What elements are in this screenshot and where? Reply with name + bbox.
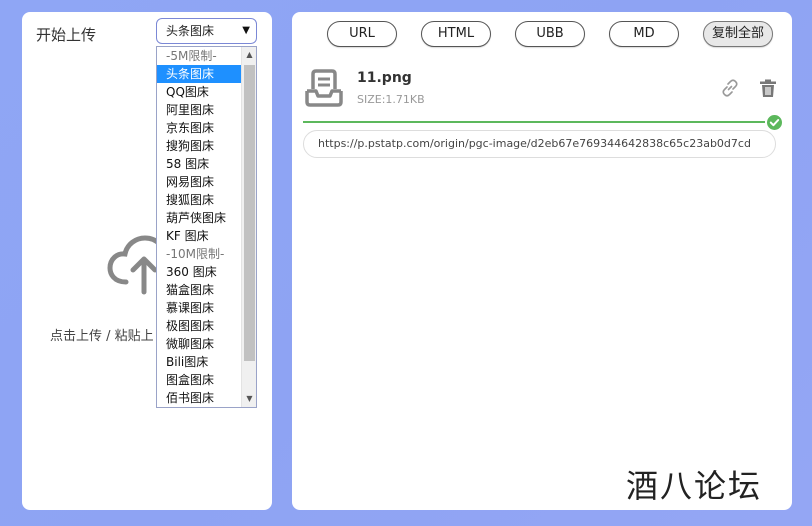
upload-progress-fill bbox=[303, 121, 765, 123]
link-icon[interactable] bbox=[720, 78, 740, 98]
watermark-text: 酒八论坛 bbox=[626, 467, 763, 505]
image-host-dropdown[interactable]: -5M限制- 头条图床 QQ图床 阿里图床 京东图床 搜狗图床 58 图床 网易图床 搜狐图床葫… bbox=[156, 46, 257, 408]
success-check-icon bbox=[767, 115, 782, 130]
dropdown-option[interactable]: 葫芦侠图床 bbox=[157, 209, 241, 227]
dropdown-option[interactable]: 微聊图床 bbox=[157, 335, 241, 353]
dropdown-option[interactable]: 慕课图床 bbox=[157, 299, 241, 317]
dropdown-option[interactable]: 网易图床 bbox=[157, 173, 241, 191]
file-name: 11.png bbox=[357, 70, 412, 86]
dropdown-scrollbar[interactable]: ▲ ▼ bbox=[241, 47, 256, 407]
dropdown-group-label: -5M限制- bbox=[166, 49, 217, 63]
caret-down-icon: ▼ bbox=[242, 25, 250, 36]
image-host-select-value: 头条图床 bbox=[166, 24, 215, 38]
dropdown-option[interactable]: 佰书图床 bbox=[157, 389, 241, 407]
dropdown-option[interactable]: 极图图床 bbox=[157, 317, 241, 335]
copy-all-button[interactable]: 复制全部 bbox=[703, 21, 773, 47]
upload-title: 开始上传 bbox=[36, 26, 97, 44]
scrollbar-thumb[interactable] bbox=[244, 65, 255, 361]
dropdown-option[interactable]: 猫盒图床 bbox=[157, 281, 241, 299]
upload-progress-bar bbox=[303, 121, 765, 123]
dropdown-option[interactable]: Bili图床 bbox=[157, 353, 241, 371]
trash-icon[interactable] bbox=[758, 78, 778, 98]
image-host-select[interactable]: 头条图床 ▼ bbox=[156, 18, 257, 44]
dropdown-option[interactable]: KF 图床 bbox=[157, 227, 241, 245]
ubb-format-button[interactable]: UBB bbox=[515, 21, 585, 47]
scroll-down-icon[interactable]: ▼ bbox=[242, 391, 256, 407]
image-url-field[interactable]: https://p.pstatp.com/origin/pgc-image/d2… bbox=[303, 130, 776, 158]
dropdown-option[interactable]: 阿里图床 bbox=[157, 101, 241, 119]
dropdown-group-label: -10M限制- bbox=[166, 247, 225, 261]
result-panel: URL HTML UBB MD 复制全部 11.png SIZE:1.71KB … bbox=[292, 12, 792, 510]
file-size: SIZE:1.71KB bbox=[357, 93, 425, 106]
html-format-button[interactable]: HTML bbox=[421, 21, 491, 47]
dropdown-option[interactable]: 头条图床 bbox=[157, 65, 241, 83]
url-format-button[interactable]: URL bbox=[327, 21, 397, 47]
dropdown-option[interactable]: 京东图床 bbox=[157, 119, 241, 137]
dropdown-option[interactable]: QQ图床 bbox=[157, 83, 241, 101]
dropdown-option[interactable]: 搜狐图床 bbox=[157, 191, 241, 209]
dropdown-option[interactable]: 搜狗图床 bbox=[157, 137, 241, 155]
scroll-up-icon[interactable]: ▲ bbox=[242, 47, 256, 63]
inbox-file-icon bbox=[305, 69, 343, 107]
md-format-button[interactable]: MD bbox=[609, 21, 679, 47]
dropdown-option[interactable]: 图盒图床 bbox=[157, 371, 241, 389]
dropdown-option[interactable]: 58 图床 bbox=[157, 155, 241, 173]
dropdown-option[interactable]: 360 图床 bbox=[157, 263, 241, 281]
upload-hint[interactable]: 点击上传 / 粘贴上 bbox=[50, 325, 154, 344]
